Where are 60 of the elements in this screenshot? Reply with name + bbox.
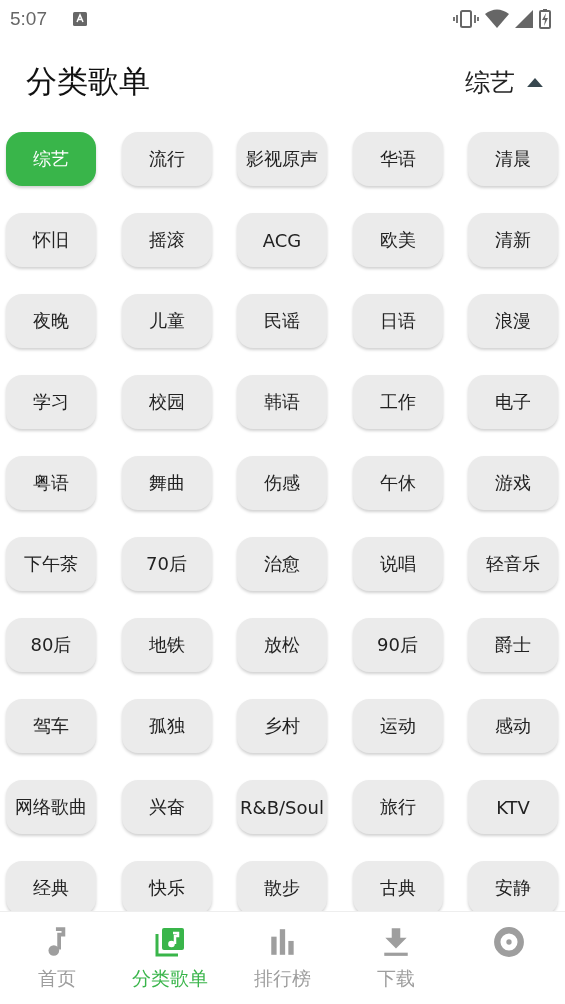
category-chip[interactable]: 民谣: [237, 294, 327, 348]
category-chip[interactable]: 韩语: [237, 375, 327, 429]
category-chip[interactable]: 网络歌曲: [6, 780, 96, 834]
category-chip[interactable]: 校园: [121, 375, 212, 429]
category-chip[interactable]: 旅行: [352, 780, 443, 834]
category-chip[interactable]: R&B/Soul: [237, 780, 327, 834]
category-chip[interactable]: ACG: [237, 213, 327, 267]
category-chip[interactable]: 清晨: [468, 132, 558, 186]
category-chip[interactable]: 学习: [6, 375, 96, 429]
category-chip[interactable]: 快乐: [121, 861, 212, 911]
category-chip[interactable]: 舞曲: [121, 456, 212, 510]
battery-icon: [539, 9, 551, 29]
category-chip[interactable]: 影视原声: [237, 132, 327, 186]
category-chip[interactable]: 驾车: [6, 699, 96, 753]
page-title: 分类歌单: [26, 62, 150, 101]
status-time: 5:07: [10, 8, 47, 30]
category-chip[interactable]: 70后: [121, 537, 212, 591]
category-chip[interactable]: 伤感: [237, 456, 327, 510]
category-chip[interactable]: 说唱: [352, 537, 443, 591]
category-chip[interactable]: 浪漫: [468, 294, 558, 348]
category-chip[interactable]: 欧美: [352, 213, 443, 267]
category-chip[interactable]: 工作: [352, 375, 443, 429]
category-chip[interactable]: 孤独: [121, 699, 212, 753]
category-chip[interactable]: 乡村: [237, 699, 327, 753]
category-chip[interactable]: 90后: [352, 618, 443, 672]
category-chip[interactable]: 古典: [352, 861, 443, 911]
category-chip[interactable]: 游戏: [468, 456, 558, 510]
category-chip[interactable]: 爵士: [468, 618, 558, 672]
category-chip[interactable]: 兴奋: [121, 780, 212, 834]
category-chip[interactable]: 地铁: [121, 618, 212, 672]
category-chip[interactable]: 放松: [237, 618, 327, 672]
category-chip[interactable]: 80后: [6, 618, 96, 672]
category-chip[interactable]: 摇滚: [121, 213, 212, 267]
category-chip[interactable]: 午休: [352, 456, 443, 510]
disc-icon: [492, 926, 525, 958]
category-chip[interactable]: 治愈: [237, 537, 327, 591]
category-chip[interactable]: 流行: [121, 132, 212, 186]
category-chip[interactable]: 安静: [468, 861, 558, 911]
category-chip[interactable]: 轻音乐: [468, 537, 558, 591]
category-chip[interactable]: 经典: [6, 861, 96, 911]
category-chip[interactable]: KTV: [468, 780, 558, 834]
wifi-icon: [485, 9, 509, 29]
category-dropdown[interactable]: 综艺: [465, 65, 543, 99]
category-chip[interactable]: 清新: [468, 213, 558, 267]
caret-icon: [527, 77, 543, 87]
category-chip[interactable]: 儿童: [121, 294, 212, 348]
category-chip[interactable]: 电子: [468, 375, 558, 429]
keyboard-icon: [73, 12, 87, 26]
category-chip[interactable]: 粤语: [6, 456, 96, 510]
category-chip[interactable]: 日语: [352, 294, 443, 348]
playlist-icon: [153, 926, 186, 958]
category-chip[interactable]: 华语: [352, 132, 443, 186]
category-chip[interactable]: 下午茶: [6, 537, 96, 591]
vibrate-icon: [453, 9, 479, 29]
signal-icon: [515, 10, 533, 28]
category-chip[interactable]: 感动: [468, 699, 558, 753]
category-chip[interactable]: 散步: [237, 861, 327, 911]
category-chip[interactable]: 夜晚: [6, 294, 96, 348]
category-chip[interactable]: 运动: [352, 699, 443, 753]
category-chip[interactable]: 怀旧: [6, 213, 96, 267]
